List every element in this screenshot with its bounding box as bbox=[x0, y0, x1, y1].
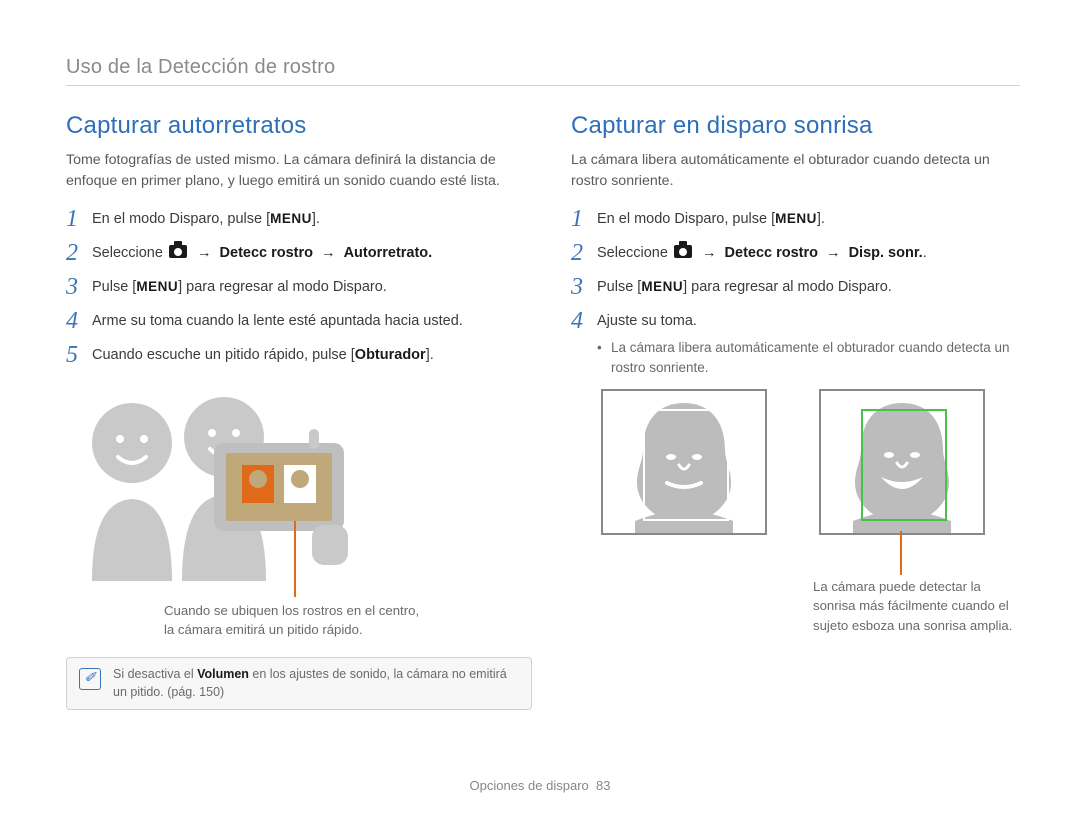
step-number: 1 bbox=[571, 207, 597, 231]
step-number: 1 bbox=[66, 207, 92, 231]
illustration-smile: La cámara puede detectar la sonrisa más … bbox=[601, 389, 1021, 639]
menu-label: MENU bbox=[641, 277, 683, 297]
step-text: Arme su toma cuando la lente esté apunta… bbox=[92, 311, 515, 332]
camera-icon bbox=[169, 245, 187, 258]
callout-text: Cuando se ubiquen los rostros en el cent… bbox=[164, 601, 424, 639]
illustration-selfportrait: Cuando se ubiquen los rostros en el cent… bbox=[74, 381, 504, 631]
divider bbox=[66, 85, 1020, 86]
heading-left: Capturar autorretratos bbox=[66, 112, 515, 140]
step-text: En el modo Disparo, pulse [MENU]. bbox=[597, 209, 1020, 230]
callout-line bbox=[294, 521, 296, 597]
step-number: 4 bbox=[66, 309, 92, 333]
manual-page: Uso de la Detección de rostro Capturar a… bbox=[0, 0, 1080, 815]
note-icon: ✐ bbox=[79, 668, 101, 690]
step-number: 3 bbox=[66, 275, 92, 299]
step-text: Ajuste su toma. La cámara libera automát… bbox=[597, 311, 1020, 377]
menu-label: MENU bbox=[136, 277, 178, 297]
page-footer: Opciones de disparo 83 bbox=[0, 778, 1080, 793]
step-number: 2 bbox=[66, 241, 92, 265]
column-right: Capturar en disparo sonrisa La cámara li… bbox=[571, 112, 1020, 710]
step-text: Seleccione → Detecc rostro → Disp. sonr.… bbox=[597, 243, 1020, 264]
callout-text: La cámara puede detectar la sonrisa más … bbox=[813, 577, 1013, 634]
focus-frame-white bbox=[643, 409, 729, 521]
intro-left: Tome fotografías de usted mismo. La cáma… bbox=[66, 150, 515, 191]
step-text: Cuando escuche un pitido rápido, pulse [… bbox=[92, 345, 515, 366]
step-number: 3 bbox=[571, 275, 597, 299]
step-number: 4 bbox=[571, 309, 597, 333]
step-text: En el modo Disparo, pulse [MENU]. bbox=[92, 209, 515, 230]
example-pane-neutral bbox=[601, 389, 767, 535]
steps-right: 1 En el modo Disparo, pulse [MENU]. 2 Se… bbox=[571, 209, 1020, 377]
camera-icon bbox=[674, 245, 692, 258]
step-number: 2 bbox=[571, 241, 597, 265]
menu-label: MENU bbox=[270, 209, 312, 229]
focus-frame-green bbox=[861, 409, 947, 521]
step-text: Pulse [MENU] para regresar al modo Dispa… bbox=[597, 277, 1020, 298]
steps-left: 1 En el modo Disparo, pulse [MENU]. 2 Se… bbox=[66, 209, 515, 367]
step-number: 5 bbox=[66, 343, 92, 367]
column-left: Capturar autorretratos Tome fotografías … bbox=[66, 112, 515, 710]
menu-label: MENU bbox=[775, 209, 817, 229]
heading-right: Capturar en disparo sonrisa bbox=[571, 112, 1020, 140]
example-pane-smile bbox=[819, 389, 985, 535]
note-box: ✐ Si desactiva el Volumen en los ajustes… bbox=[66, 657, 532, 710]
step-sub-bullet: La cámara libera automáticamente el obtu… bbox=[597, 338, 1020, 377]
step-text: Seleccione → Detecc rostro → Autorretrat… bbox=[92, 243, 515, 264]
intro-right: La cámara libera automáticamente el obtu… bbox=[571, 150, 1020, 191]
note-text: Si desactiva el Volumen en los ajustes d… bbox=[113, 666, 519, 701]
step-text: Pulse [MENU] para regresar al modo Dispa… bbox=[92, 277, 515, 298]
section-title: Uso de la Detección de rostro bbox=[66, 56, 1020, 79]
callout-line bbox=[900, 531, 902, 575]
